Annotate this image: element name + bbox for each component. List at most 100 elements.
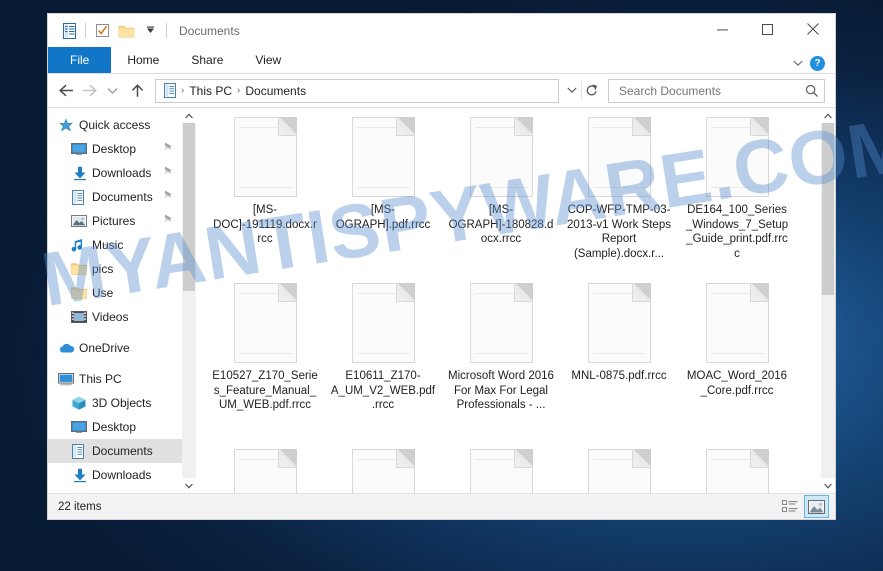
blank-document-icon bbox=[587, 282, 652, 363]
status-bar: 22 items bbox=[48, 493, 835, 519]
sidebar-item-pics[interactable]: pics bbox=[48, 257, 182, 281]
tab-file[interactable]: File bbox=[48, 47, 112, 73]
file-scroll-up-icon[interactable] bbox=[821, 108, 835, 123]
up-button[interactable] bbox=[125, 80, 149, 102]
blank-document-icon bbox=[233, 116, 298, 197]
sidebar-item-onedrive[interactable]: OneDrive bbox=[48, 336, 182, 360]
sidebar-item-label: Videos bbox=[92, 310, 129, 324]
minimize-button[interactable] bbox=[700, 14, 745, 44]
blank-document-icon bbox=[351, 282, 416, 363]
sidebar-scrollbar[interactable] bbox=[182, 108, 196, 493]
sidebar-scroll-down-icon[interactable] bbox=[182, 478, 196, 493]
sidebar-item-label: pics bbox=[92, 262, 114, 276]
sidebar-item-label: Music bbox=[92, 238, 124, 252]
close-button[interactable] bbox=[790, 14, 835, 44]
sidebar-item-desktop[interactable]: Desktop bbox=[48, 137, 182, 161]
file-item[interactable]: MOAC_Word_2016_Core.pdf.rrcc bbox=[678, 280, 796, 446]
sidebar-item-3d-objects[interactable]: 3D Objects bbox=[48, 391, 182, 415]
navigation-list: Quick access Desktop Downloads Documents Pic… bbox=[48, 108, 182, 493]
sidebar-scroll-thumb[interactable] bbox=[183, 123, 195, 291]
breadcrumb-separator: › bbox=[181, 85, 185, 96]
folder-icon[interactable] bbox=[114, 20, 138, 42]
file-scroll-track[interactable] bbox=[821, 123, 835, 478]
customize-quick-access-chevron-icon[interactable] bbox=[138, 20, 162, 42]
maximize-button[interactable] bbox=[745, 14, 790, 44]
breadcrumb-documents[interactable]: Documents bbox=[242, 84, 309, 98]
blank-document-icon bbox=[469, 282, 534, 363]
sidebar-item-downloads[interactable]: Downloads bbox=[48, 463, 182, 487]
blank-document-icon bbox=[705, 448, 770, 493]
sidebar-item-label: Downloads bbox=[92, 468, 152, 482]
blank-document-icon bbox=[469, 448, 534, 493]
file-item[interactable]: COP-WFP-TMP-03-2013-v1 Work Steps Report… bbox=[560, 114, 678, 280]
forward-button[interactable] bbox=[79, 80, 100, 102]
blank-document-icon bbox=[469, 116, 534, 197]
new-folder-icon[interactable] bbox=[90, 20, 114, 42]
file-item[interactable] bbox=[324, 446, 442, 493]
sidebar-item-documents[interactable]: Documents bbox=[48, 185, 182, 209]
pin-icon[interactable] bbox=[163, 190, 173, 204]
file-item[interactable]: [MS-OGRAPH]-180828.docx.rrcc bbox=[442, 114, 560, 280]
large-icons-view-button[interactable] bbox=[804, 495, 829, 518]
address-bar[interactable]: › This PC › Documents bbox=[155, 78, 559, 103]
expand-ribbon-chevron-icon[interactable] bbox=[789, 55, 807, 71]
file-item[interactable] bbox=[442, 446, 560, 493]
navigation-pane: Quick access Desktop Downloads Documents Pic… bbox=[48, 108, 196, 493]
sidebar-item-music[interactable]: Music bbox=[48, 233, 182, 257]
file-item[interactable]: DE164_100_Series_Windows_7_Setup_Guide_p… bbox=[678, 114, 796, 280]
sidebar-item-quick-access[interactable]: Quick access bbox=[48, 113, 182, 137]
file-name-label: [MS-OGRAPH].pdf.rrcc bbox=[335, 204, 431, 231]
this-pc-icon bbox=[58, 371, 77, 387]
search-box[interactable] bbox=[608, 78, 825, 103]
file-item[interactable] bbox=[560, 446, 678, 493]
file-list-pane[interactable]: [MS-DOC]-191119.docx.rrcc [MS-OGRAPH].pdf… bbox=[196, 108, 835, 493]
address-bar-row: › This PC › Documents bbox=[48, 74, 835, 107]
sidebar-item-desktop[interactable]: Desktop bbox=[48, 415, 182, 439]
search-input[interactable] bbox=[617, 82, 805, 99]
item-count-label: 22 items bbox=[58, 500, 102, 513]
sidebar-item-videos[interactable]: Videos bbox=[48, 305, 182, 329]
3d-objects-icon bbox=[71, 395, 90, 411]
pin-icon[interactable] bbox=[163, 166, 173, 180]
sidebar-item-downloads[interactable]: Downloads bbox=[48, 161, 182, 185]
file-item[interactable] bbox=[678, 446, 796, 493]
sidebar-item-label: Use bbox=[92, 286, 114, 300]
file-item[interactable]: E10527_Z170_Series_Feature_Manual_UM_WEB… bbox=[206, 280, 324, 446]
back-button[interactable] bbox=[56, 80, 77, 102]
music-icon bbox=[71, 237, 90, 253]
recent-locations-chevron-icon[interactable] bbox=[102, 80, 123, 102]
help-icon[interactable]: ? bbox=[810, 55, 825, 71]
tab-share[interactable]: Share bbox=[175, 47, 239, 73]
sidebar-item-this-pc[interactable]: This PC bbox=[48, 367, 182, 391]
tab-home[interactable]: Home bbox=[111, 47, 175, 73]
sidebar-item-label: Pictures bbox=[92, 214, 136, 228]
tab-view[interactable]: View bbox=[239, 47, 297, 73]
file-item[interactable]: MNL-0875.pdf.rrcc bbox=[560, 280, 678, 446]
file-item[interactable]: Microsoft Word 2016 For Max For Legal Pr… bbox=[442, 280, 560, 446]
sidebar-item-use[interactable]: Use bbox=[48, 281, 182, 305]
file-item[interactable] bbox=[206, 446, 324, 493]
pin-icon[interactable] bbox=[163, 142, 173, 156]
file-item[interactable]: [MS-DOC]-191119.docx.rrcc bbox=[206, 114, 324, 280]
search-icon[interactable] bbox=[805, 84, 819, 98]
sidebar-item-pictures[interactable]: Pictures bbox=[48, 209, 182, 233]
file-item[interactable]: E10611_Z170-A_UM_V2_WEB.pdf.rrcc bbox=[324, 280, 442, 446]
file-scroll-thumb[interactable] bbox=[822, 123, 834, 295]
refresh-icon[interactable] bbox=[581, 80, 600, 101]
pin-icon[interactable] bbox=[163, 214, 173, 228]
videos-icon bbox=[71, 309, 90, 325]
file-scroll-down-icon[interactable] bbox=[821, 478, 835, 493]
view-toggle-group bbox=[777, 495, 829, 518]
properties-icon[interactable] bbox=[57, 20, 81, 42]
sidebar-scroll-up-icon[interactable] bbox=[182, 108, 196, 123]
sidebar-item-label: Downloads bbox=[92, 166, 152, 180]
sidebar-item-documents[interactable]: Documents bbox=[48, 439, 182, 463]
window-body: Quick access Desktop Downloads Documents Pic… bbox=[48, 107, 835, 493]
blank-document-icon bbox=[705, 116, 770, 197]
file-list-scrollbar[interactable] bbox=[821, 108, 835, 493]
address-dropdown-chevron-icon[interactable] bbox=[563, 81, 581, 101]
file-item[interactable]: [MS-OGRAPH].pdf.rrcc bbox=[324, 114, 442, 280]
details-view-button[interactable] bbox=[777, 495, 802, 518]
breadcrumb-this-pc[interactable]: This PC bbox=[186, 84, 235, 98]
sidebar-scroll-track[interactable] bbox=[182, 123, 196, 478]
